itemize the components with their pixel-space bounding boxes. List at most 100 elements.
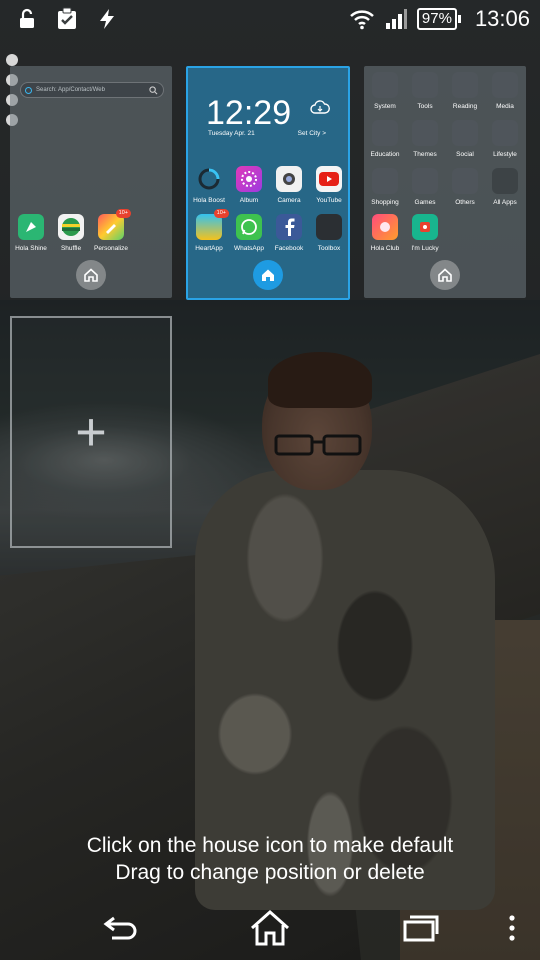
battery-indicator: 97% <box>416 8 461 30</box>
whatsapp-icon <box>236 214 262 240</box>
app-shuffle[interactable]: Shuffle <box>51 214 91 252</box>
folder-label: Education <box>370 151 400 158</box>
app-label: Facebook <box>274 245 304 252</box>
hola-boost-icon <box>196 166 222 192</box>
set-city-link[interactable]: Set City > <box>298 130 326 137</box>
navigation-bar <box>0 896 540 960</box>
folder-label: Themes <box>413 151 437 158</box>
im-lucky-icon <box>412 214 438 240</box>
page-dot[interactable] <box>6 54 18 66</box>
app-heartapp[interactable]: 10+ HeartApp <box>189 209 229 252</box>
screen-thumbnail-default[interactable]: 12:29 Tuesday Apr. 21 Set City > Hola Bo… <box>186 66 350 300</box>
personalize-icon: 10+ <box>98 209 131 240</box>
folder-social[interactable]: Social <box>445 120 485 158</box>
folder-icon <box>492 72 518 98</box>
hola-club-icon <box>372 214 398 240</box>
screen-thumbnail-left[interactable]: Search: App/Contact/Web Hola Shine Shuff… <box>10 66 172 298</box>
unlock-icon <box>14 6 40 32</box>
folder-label: Tools <box>417 103 433 110</box>
folder-icon <box>372 120 398 146</box>
app-label: Personalize <box>94 245 128 252</box>
home-icon <box>251 909 289 946</box>
clipboard-check-icon <box>54 6 80 32</box>
app-label: WhatsApp <box>234 245 264 252</box>
app-label: HeartApp <box>195 245 223 252</box>
clock-widget[interactable]: 12:29 <box>206 94 291 133</box>
search-icon <box>149 86 158 95</box>
back-button[interactable] <box>98 906 142 950</box>
folder-icon <box>412 72 438 98</box>
app-youtube[interactable]: YouTube <box>309 166 349 204</box>
folder-media[interactable]: Media <box>485 72 525 110</box>
status-clock: 13:06 <box>474 6 530 31</box>
house-icon <box>438 268 452 282</box>
folder-education[interactable]: Education <box>365 120 405 158</box>
folder-themes[interactable]: Themes <box>405 120 445 158</box>
youtube-icon <box>316 166 342 192</box>
home-button[interactable] <box>248 906 292 950</box>
folder-tools[interactable]: Tools <box>405 72 445 110</box>
app-toolbox[interactable]: Toolbox <box>309 214 349 252</box>
date-label: Tuesday Apr. 21 <box>208 130 255 137</box>
screen-thumbnail-right[interactable]: System Tools Reading Media Education The… <box>364 66 526 298</box>
clock-hours: 12 <box>206 94 244 132</box>
folder-icon <box>372 72 398 98</box>
folder-reading[interactable]: Reading <box>445 72 485 110</box>
folder-system[interactable]: System <box>365 72 405 110</box>
folder-all-apps[interactable]: All Apps <box>485 168 525 206</box>
app-whatsapp[interactable]: WhatsApp <box>229 214 269 252</box>
status-bar: 97% 13:06 <box>0 0 540 38</box>
app-label: Album <box>239 197 259 204</box>
folder-icon <box>452 120 478 146</box>
set-default-house-button[interactable] <box>430 260 460 290</box>
search-bar[interactable]: Search: App/Contact/Web <box>20 82 164 98</box>
app-facebook[interactable]: Facebook <box>269 214 309 252</box>
app-label: Hola Boost <box>193 197 225 204</box>
recents-icon <box>403 915 439 942</box>
folder-lifestyle[interactable]: Lifestyle <box>485 120 525 158</box>
folder-label: System <box>374 103 396 110</box>
house-icon <box>262 269 274 281</box>
facebook-icon <box>276 214 302 240</box>
app-hola-shine[interactable]: Hola Shine <box>11 214 51 252</box>
app-album[interactable]: Album <box>229 166 269 204</box>
folder-games[interactable]: Games <box>405 168 445 206</box>
folder-label: Social <box>456 151 474 158</box>
folder-icon <box>372 168 398 194</box>
app-label: I'm Lucky <box>411 245 439 252</box>
folder-label: Games <box>414 199 436 206</box>
app-hola-club[interactable]: Hola Club <box>365 214 405 252</box>
toolbox-icon <box>316 214 342 240</box>
notification-badge: 10+ <box>115 209 131 218</box>
folder-label: Lifestyle <box>493 151 517 158</box>
battery-percent: 97% <box>416 8 457 30</box>
app-label: YouTube <box>316 197 342 204</box>
recents-button[interactable] <box>398 906 442 950</box>
folder-label: Others <box>455 199 475 206</box>
folder-icon <box>492 120 518 146</box>
folder-label: All Apps <box>493 199 517 206</box>
app-personalize[interactable]: 10+ Personalize <box>91 209 131 252</box>
set-default-house-button[interactable] <box>76 260 106 290</box>
folder-label: Reading <box>452 103 478 110</box>
app-hola-boost[interactable]: Hola Boost <box>189 166 229 204</box>
menu-button[interactable] <box>490 906 534 950</box>
folder-label: Shopping <box>371 199 399 206</box>
app-camera[interactable]: Camera <box>269 166 309 204</box>
add-screen-button[interactable]: + <box>10 316 172 548</box>
folder-label: Media <box>496 103 514 110</box>
folder-others[interactable]: Others <box>445 168 485 206</box>
clock-minutes: 29 <box>253 94 292 132</box>
camera-icon <box>276 166 302 192</box>
folder-icon <box>452 168 478 194</box>
folder-icon <box>412 120 438 146</box>
weather-cloud-icon <box>310 100 330 114</box>
app-im-lucky[interactable]: I'm Lucky <box>405 214 445 252</box>
app-label: Toolbox <box>317 245 341 252</box>
album-icon <box>236 166 262 192</box>
back-icon <box>103 916 137 940</box>
default-house-button[interactable] <box>253 260 283 290</box>
plus-icon: + <box>75 402 107 462</box>
hint-line-1: Click on the house icon to make default <box>86 834 454 857</box>
folder-shopping[interactable]: Shopping <box>365 168 405 206</box>
